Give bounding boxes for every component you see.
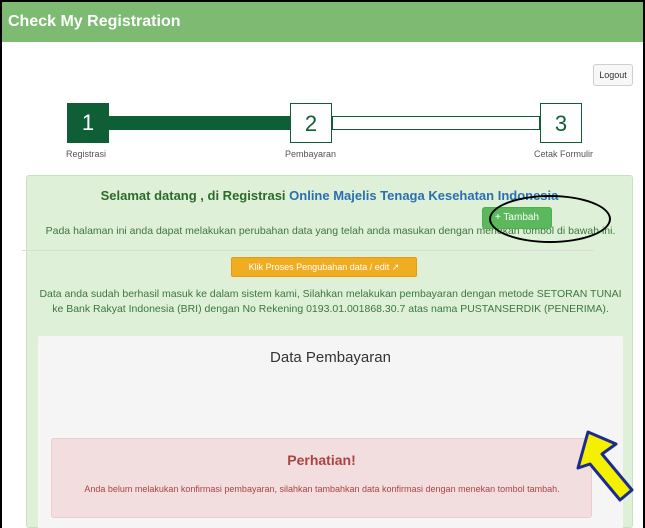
payment-alert: Perhatian! Anda belum melakukan konfirma… — [51, 438, 592, 518]
welcome-title: Selamat datang , di Registrasi Online Ma… — [27, 188, 632, 203]
payment-instruction-text: Data anda sudah berhasil masuk ke dalam … — [39, 288, 622, 315]
welcome-title-link[interactable]: Online Majelis Tenaga Kesehatan Indonesi… — [289, 188, 558, 203]
step-3-label: Cetak Formulir — [534, 149, 594, 159]
edit-external-icon: ↗ — [391, 262, 400, 272]
step-3-indicator: 3 — [540, 103, 582, 143]
edit-data-button-label: Klik Proses Pengubahan data / edit — [248, 262, 390, 272]
alert-text: Anda belum melakukan konfirmasi pembayar… — [84, 484, 560, 494]
alert-title: Perhatian! — [287, 452, 356, 468]
step-2-indicator: 2 — [290, 103, 332, 143]
step-connector-pending — [332, 116, 540, 130]
step-connector-complete — [109, 116, 290, 130]
step-2-label: Pembayaran — [285, 149, 337, 159]
edit-data-button[interactable]: Klik Proses Pengubahan data / edit ↗ — [231, 257, 417, 277]
divider — [22, 250, 594, 251]
step-1-label: Registrasi — [66, 149, 107, 159]
add-payment-button[interactable]: + Tambah — [482, 207, 552, 229]
registration-stepper: 1 2 3 Registrasi Pembayaran Cetak Formul… — [0, 0, 645, 170]
welcome-title-prefix: Selamat datang , di Registrasi — [100, 188, 290, 203]
payment-data-title: Data Pembayaran — [270, 349, 391, 366]
step-1-indicator: 1 — [67, 103, 109, 143]
pointer-arrow-icon — [576, 430, 634, 502]
